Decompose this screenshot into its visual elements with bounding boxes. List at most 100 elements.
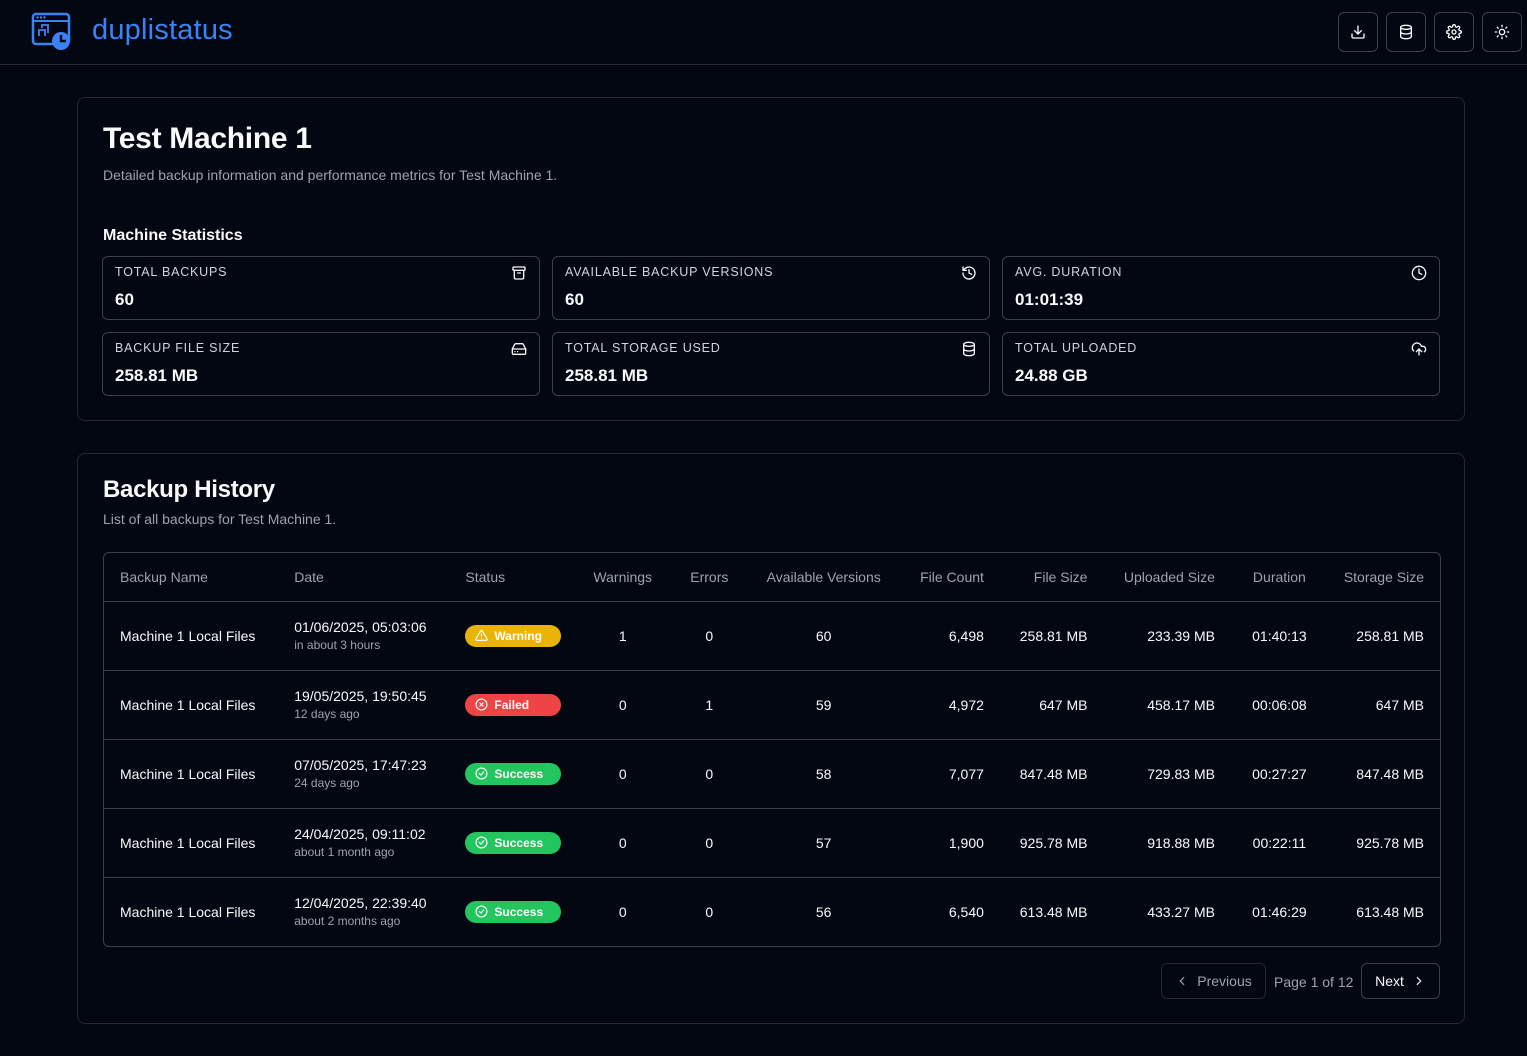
cell-warnings: 0 <box>618 903 627 920</box>
stat-total-backups: TOTAL BACKUPS 60 <box>102 256 540 320</box>
table-row[interactable]: Machine 1 Local Files 24/04/2025, 09:11:… <box>104 808 1440 878</box>
clock-icon <box>1411 265 1427 281</box>
table-row[interactable]: Machine 1 Local Files 07/05/2025, 17:47:… <box>104 739 1440 809</box>
cell-uploaded-size: 918.88 MB <box>1103 808 1231 878</box>
table-row[interactable]: Machine 1 Local Files 12/04/2025, 22:39:… <box>104 877 1440 946</box>
stat-label: BACKUP FILE SIZE <box>115 341 241 355</box>
cell-duration: 00:06:08 <box>1230 670 1328 740</box>
cell-status: Success <box>449 877 577 946</box>
cell-date: 24/04/2025, 09:11:02 about 1 month ago <box>278 808 450 878</box>
column-header-backup-name[interactable]: Backup Name <box>104 553 279 602</box>
cell-file-count: 6,540 <box>948 903 984 920</box>
date-relative: about 2 months ago <box>294 914 401 929</box>
date-relative: about 1 month ago <box>294 845 395 859</box>
cell-available-versions: 60 <box>750 601 897 671</box>
stat-avg-duration: AVG. DURATION 01:01:39 <box>1002 256 1440 320</box>
cell-file-size: 258.81 MB <box>999 601 1104 671</box>
column-header-date[interactable]: Date <box>278 553 450 602</box>
cell-date: 07/05/2025, 17:47:23 24 days ago <box>278 739 450 809</box>
table-row[interactable]: Machine 1 Local Files 01/06/2025, 05:03:… <box>104 601 1440 671</box>
date-value: 07/05/2025, 17:47:23 <box>294 757 427 773</box>
cell-backup-name: Machine 1 Local Files <box>104 601 279 671</box>
stat-value: 01:01:39 <box>1015 290 1084 309</box>
cell-file-size: 613.48 MB <box>1019 903 1088 920</box>
cell-available-versions: 58 <box>750 739 897 809</box>
history-subtitle: List of all backups for Test Machine 1. <box>103 511 337 527</box>
cell-duration: 00:27:27 <box>1230 739 1328 809</box>
cell-duration: 00:22:11 <box>1230 808 1328 878</box>
status-badge-label: Success <box>494 835 544 850</box>
cell-warnings: 0 <box>577 808 669 878</box>
stat-available-versions: AVAILABLE BACKUP VERSIONS 60 <box>552 256 990 320</box>
column-header-warnings[interactable]: Warnings <box>577 553 669 602</box>
stat-value: 60 <box>565 290 584 309</box>
cell-storage-size: 258.81 MB <box>1327 601 1440 671</box>
cell-status: Failed <box>449 670 578 740</box>
column-header-storage-size[interactable]: Storage Size <box>1327 553 1440 602</box>
backup-history-table: Backup Name Date Status Warnings Errors … <box>103 552 1441 947</box>
cell-file-size: 925.78 MB <box>999 808 1104 878</box>
cell-backup-name: Machine 1 Local Files <box>104 670 279 740</box>
stat-total-storage: TOTAL STORAGE USED 258.81 MB <box>552 332 990 396</box>
status-badge-label: Success <box>494 904 544 919</box>
chevron-right-icon <box>1416 976 1422 986</box>
column-header-available-versions[interactable]: Available Versions <box>750 553 897 602</box>
download-button[interactable] <box>1338 12 1378 52</box>
cell-uploaded-size: 729.83 MB <box>1103 739 1231 809</box>
cell-storage-size: 613.48 MB <box>1356 903 1424 920</box>
x-circle-icon <box>475 698 488 711</box>
settings-button[interactable] <box>1434 12 1474 52</box>
previous-label: Previous <box>1197 973 1252 989</box>
status-badge: Warning <box>465 624 562 647</box>
check-circle-icon <box>475 905 488 918</box>
previous-page-button[interactable]: Previous <box>1161 963 1266 999</box>
column-header-errors[interactable]: Errors <box>668 553 751 602</box>
date-relative: in about 3 hours <box>294 638 381 652</box>
machine-stats-title: Machine Statistics <box>103 227 243 244</box>
status-badge: Success <box>465 762 562 785</box>
cell-storage-size: 847.48 MB <box>1327 739 1440 809</box>
cell-warnings: 1 <box>577 601 669 671</box>
next-label: Next <box>1375 973 1404 989</box>
cloud-upload-icon <box>1411 342 1427 356</box>
database-icon <box>1400 24 1412 40</box>
table-row[interactable]: Machine 1 Local Files 19/05/2025, 19:50:… <box>104 670 1440 740</box>
stat-value: 60 <box>115 290 134 309</box>
database-button[interactable] <box>1386 12 1426 52</box>
status-badge-label: Warning <box>494 628 542 643</box>
date-value: 01/06/2025, 05:03:06 <box>294 619 427 635</box>
cell-file-size: 847.48 MB <box>999 739 1104 809</box>
app-logo-icon <box>31 12 71 50</box>
machine-title: Test Machine 1 <box>103 122 312 155</box>
cell-errors: 0 <box>668 808 751 878</box>
stat-label: TOTAL UPLOADED <box>1015 341 1138 355</box>
cell-file-size: 647 MB <box>999 670 1104 740</box>
cell-available-versions: 59 <box>750 670 897 740</box>
column-header-file-size[interactable]: File Size <box>999 553 1104 602</box>
cell-available-versions: 57 <box>750 808 897 878</box>
column-header-duration[interactable]: Duration <box>1230 553 1328 602</box>
sun-icon <box>1494 24 1510 40</box>
chevron-left-icon <box>1179 976 1185 986</box>
column-header-uploaded-size[interactable]: Uploaded Size <box>1103 553 1231 602</box>
cell-uploaded-size: 433.27 MB <box>1147 903 1215 920</box>
cell-duration: 01:40:13 <box>1230 601 1328 671</box>
stat-value: 258.81 MB <box>565 366 649 385</box>
warning-icon <box>475 630 489 641</box>
cell-errors: 0 <box>668 601 751 671</box>
cell-file-count: 1,900 <box>896 808 1000 878</box>
app-title[interactable]: duplistatus <box>92 14 233 47</box>
theme-toggle-button[interactable] <box>1482 12 1522 52</box>
cell-warnings: 0 <box>577 670 669 740</box>
status-badge-label: Success <box>494 766 544 781</box>
cell-date: 01/06/2025, 05:03:06 in about 3 hours <box>278 601 450 671</box>
cell-uploaded-size: 458.17 MB <box>1103 670 1231 740</box>
database-icon <box>963 341 975 357</box>
table-header-row: Backup Name Date Status Warnings Errors … <box>104 553 1440 602</box>
status-badge: Failed <box>465 693 562 716</box>
column-header-status[interactable]: Status <box>449 553 578 602</box>
date-value: 24/04/2025, 09:11:02 <box>294 826 426 842</box>
stat-label: AVAILABLE BACKUP VERSIONS <box>565 265 774 279</box>
next-page-button[interactable]: Next <box>1361 963 1440 999</box>
column-header-file-count[interactable]: File Count <box>896 553 1000 602</box>
